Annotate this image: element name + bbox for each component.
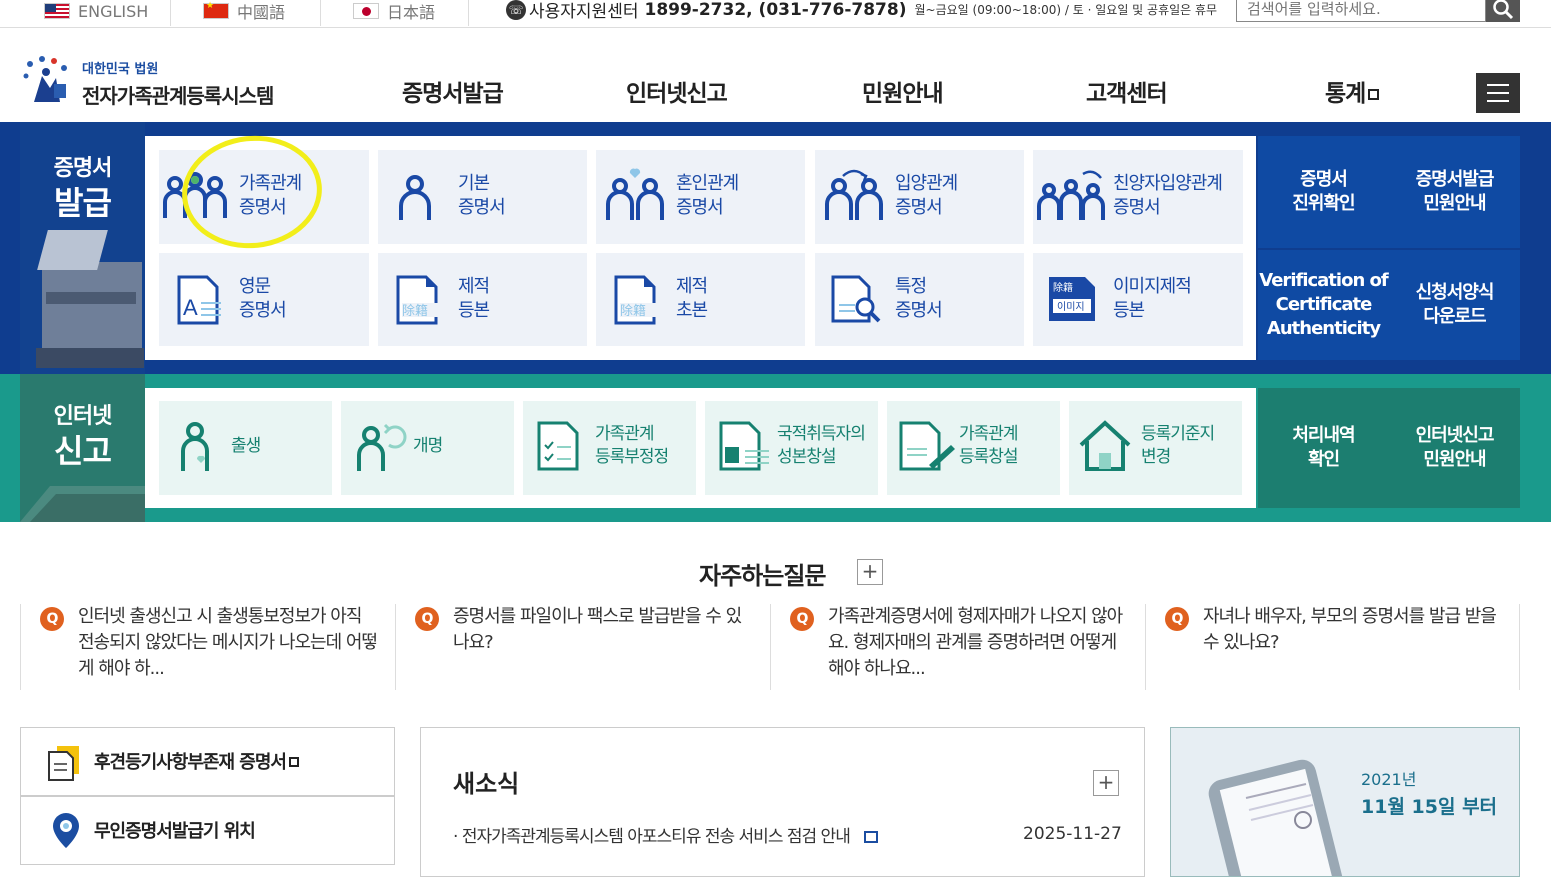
location-pin-icon — [53, 813, 79, 848]
card-full-adoption-cert[interactable]: 친양자입양관계 증명서 — [1033, 150, 1243, 244]
nav-customer-center[interactable]: 고객센터 — [1086, 74, 1168, 108]
id-document-icon — [719, 421, 769, 471]
card-registration-base-change[interactable]: 등록기준지 변경 — [1069, 401, 1242, 495]
card-adoption-cert[interactable]: 입양관계 증명서 — [815, 150, 1024, 244]
nav-civil-guide[interactable]: 민원안내 — [862, 74, 944, 108]
utility-bar: ENGLISH 中國語 日本語 ☏ 사용자지원센터 1899-2732, (03… — [0, 0, 1551, 28]
card-removed-register-copy[interactable]: 除籍 제적 등본 — [378, 253, 587, 346]
card-specific-cert[interactable]: 특정 증명서 — [815, 253, 1024, 346]
faq-title: 자주하는질문 — [699, 562, 826, 590]
process-history-button[interactable]: 처리내역 확인 — [1258, 388, 1389, 508]
card-english-cert[interactable]: A 영문 증명서 — [159, 253, 369, 346]
logo-title: 전자가족관계등록시스템 — [82, 84, 274, 108]
removed-register-document-icon: 除籍 — [396, 275, 444, 325]
nav-certificate-issue[interactable]: 증명서발급 — [402, 74, 504, 108]
card-basic-cert[interactable]: 기본 증명서 — [378, 150, 587, 244]
card-birth-report[interactable]: 출생 — [159, 401, 332, 495]
us-flag-icon — [44, 3, 70, 19]
phone-icon: ☏ — [506, 0, 526, 20]
image-document-icon: 除籍 이미지 — [1049, 277, 1095, 321]
person-icon — [399, 175, 431, 220]
birth-icon — [181, 422, 209, 471]
form-download-button[interactable]: 신청서양식 다운로드 — [1389, 250, 1520, 360]
card-naturalized-surname[interactable]: 국적취득자의 성본창설 — [705, 401, 878, 495]
external-link-icon — [1368, 89, 1380, 100]
card-register-creation[interactable]: 가족관계 등록창설 — [887, 401, 1060, 495]
faq-more-button[interactable]: + — [857, 559, 883, 585]
checklist-document-icon — [537, 421, 579, 471]
card-register-correction[interactable]: 가족관계 등록부정정 — [523, 401, 696, 495]
nav-internet-report[interactable]: 인터넷신고 — [626, 74, 728, 108]
svg-text:除籍: 除籍 — [620, 303, 646, 319]
laptop-illustration-icon — [20, 486, 145, 522]
question-icon: Q — [1165, 607, 1189, 631]
house-icon — [1079, 420, 1131, 471]
verification-english-button[interactable]: Verification of Certificate Authenticity — [1258, 250, 1389, 360]
court-logo-icon — [23, 56, 67, 102]
svg-text:A: A — [183, 295, 198, 320]
document-stack-icon — [48, 746, 79, 781]
language-english[interactable]: ENGLISH — [44, 0, 148, 22]
search-button[interactable] — [1486, 0, 1520, 22]
all-menu-button[interactable] — [1476, 73, 1520, 113]
news-item[interactable]: · 전자가족관계등록시스템 아포스티유 전송 서비스 점검 안내 — [453, 822, 879, 847]
search-icon — [1493, 0, 1514, 20]
removed-register-abstract-icon: 除籍 — [614, 275, 662, 325]
edit-document-icon — [899, 421, 955, 471]
question-icon: Q — [790, 607, 814, 631]
card-marriage-cert[interactable]: 혼인관계 증명서 — [596, 150, 805, 244]
logo-subtitle: 대한민국 법원 — [82, 62, 159, 77]
guardianship-cert-link[interactable]: 후견등기사항부존재 증명서 — [20, 727, 395, 796]
english-document-icon: A — [177, 275, 221, 325]
adoption-icon — [825, 169, 883, 220]
external-link-icon — [289, 757, 299, 767]
full-adoption-icon — [1037, 170, 1105, 220]
kiosk-location-link[interactable]: 무인증명서발급기 위치 — [20, 796, 395, 865]
printer-illustration-icon — [36, 230, 144, 368]
question-icon: Q — [40, 607, 64, 631]
report-guide-button[interactable]: 인터넷신고 민원안내 — [1389, 388, 1520, 508]
search-input[interactable] — [1236, 0, 1486, 22]
site-logo[interactable]: 대한민국 법원 전자가족관계등록시스템 — [20, 54, 290, 114]
card-removed-register-abstract[interactable]: 除籍 제적 초본 — [596, 253, 805, 346]
news-date: 2025-11-27 — [1023, 824, 1122, 844]
card-image-removed-register[interactable]: 除籍 이미지 이미지제적 등본 — [1033, 253, 1243, 346]
nav-statistics[interactable]: 통계 — [1325, 74, 1380, 108]
japan-flag-icon — [353, 3, 379, 19]
news-more-button[interactable]: + — [1093, 770, 1119, 796]
promo-banner[interactable]: 2021년 11월 15일 부터 — [1170, 727, 1520, 877]
couple-heart-icon — [606, 168, 664, 220]
call-center-info: ☏ 사용자지원센터 1899-2732, (031-776-7878) 월~금요… — [506, 0, 1217, 22]
report-section-label: 인터넷 신고 — [20, 374, 145, 522]
language-japanese[interactable]: 日本語 — [353, 0, 435, 22]
question-icon: Q — [415, 607, 439, 631]
document-icon — [864, 831, 879, 843]
china-flag-icon — [203, 1, 229, 19]
language-chinese[interactable]: 中國語 — [203, 0, 285, 22]
card-name-change-report[interactable]: 개명 — [341, 401, 514, 495]
svg-text:除籍: 除籍 — [402, 303, 428, 319]
phone-illustration-icon — [1208, 759, 1344, 876]
svg-text:除籍: 除籍 — [1053, 281, 1073, 294]
verify-certificate-button[interactable]: 증명서 진위확인 — [1258, 136, 1389, 248]
certificate-guide-button[interactable]: 증명서발급 민원안내 — [1389, 136, 1520, 248]
news-panel: 새소식 + · 전자가족관계등록시스템 아포스티유 전송 서비스 점검 안내 2… — [420, 727, 1145, 877]
news-title: 새소식 — [453, 770, 520, 798]
document-search-icon — [831, 275, 881, 323]
main-header: 대한민국 법원 전자가족관계등록시스템 증명서발급 인터넷신고 민원안내 고객센… — [0, 28, 1551, 122]
name-change-icon — [357, 423, 407, 471]
certificate-section-label: 증명서 발급 — [20, 122, 145, 374]
svg-text:이미지: 이미지 — [1057, 301, 1085, 313]
